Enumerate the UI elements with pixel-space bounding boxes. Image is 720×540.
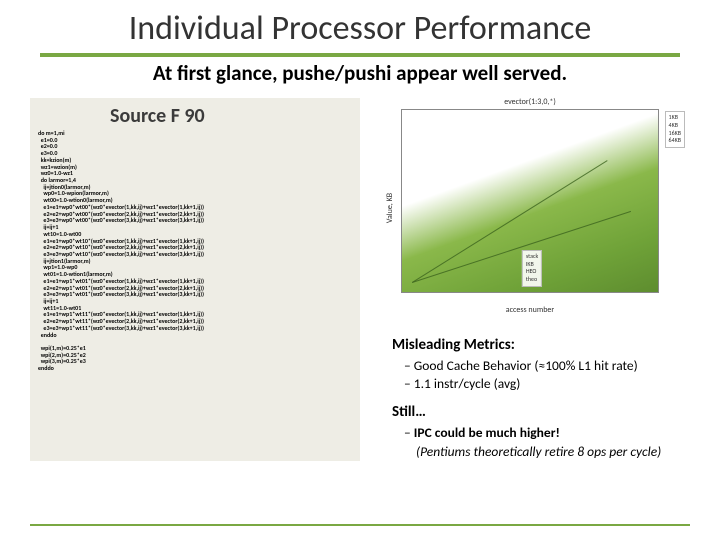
code-panel: Source F 90 do m=1,mi e1=0.0 e2=0.0 e3=0… (30, 98, 360, 461)
analysis-heading-2-text: Still… (392, 403, 426, 421)
chart-xlabel: access number (371, 305, 689, 315)
analysis-point-text: IPC could be much higher! (414, 424, 560, 441)
chart-title: evector(1:3,0,*) (371, 97, 689, 107)
analysis-heading-1: Misleading Metrics: (382, 336, 720, 354)
code-title: Source F 90 (38, 104, 352, 128)
chart-legend-bottom: stack IKB HEO theo (522, 250, 542, 287)
analysis-point: (Pentiums theoretically retire 8 ops per… (416, 443, 720, 461)
page-subtitle: At first glance, pushe/pushi appear well… (0, 60, 720, 86)
analysis-point: Good Cache Behavior (≈100% L1 hit rate) (404, 357, 720, 375)
chart-legend-top: 1KB 4KB 16KB 64KB (665, 111, 685, 148)
page-title: Individual Processor Performance (0, 0, 720, 49)
analysis-heading-1-text: Misleading Metrics: (392, 336, 515, 354)
content-row: Source F 90 do m=1,mi e1=0.0 e2=0.0 e3=0… (0, 98, 720, 461)
title-underline (40, 53, 680, 57)
legend-item: theo (526, 276, 538, 284)
footer-line (30, 524, 690, 526)
code-body: do m=1,mi e1=0.0 e2=0.0 e3=0.0 kk=kzion(… (38, 130, 352, 372)
legend-item: 64KB (669, 137, 681, 145)
right-column: evector(1:3,0,*) Value, KB access number… (360, 98, 720, 461)
analysis-block: Misleading Metrics: Good Cache Behavior … (382, 336, 720, 461)
analysis-point: 1.1 instr/cycle (avg) (404, 375, 720, 393)
analysis-point: IPC could be much higher! (404, 424, 720, 442)
access-chart: evector(1:3,0,*) Value, KB access number… (370, 98, 690, 318)
analysis-heading-2: Still… (382, 403, 720, 421)
chart-ylabel: Value, KB (385, 193, 395, 223)
